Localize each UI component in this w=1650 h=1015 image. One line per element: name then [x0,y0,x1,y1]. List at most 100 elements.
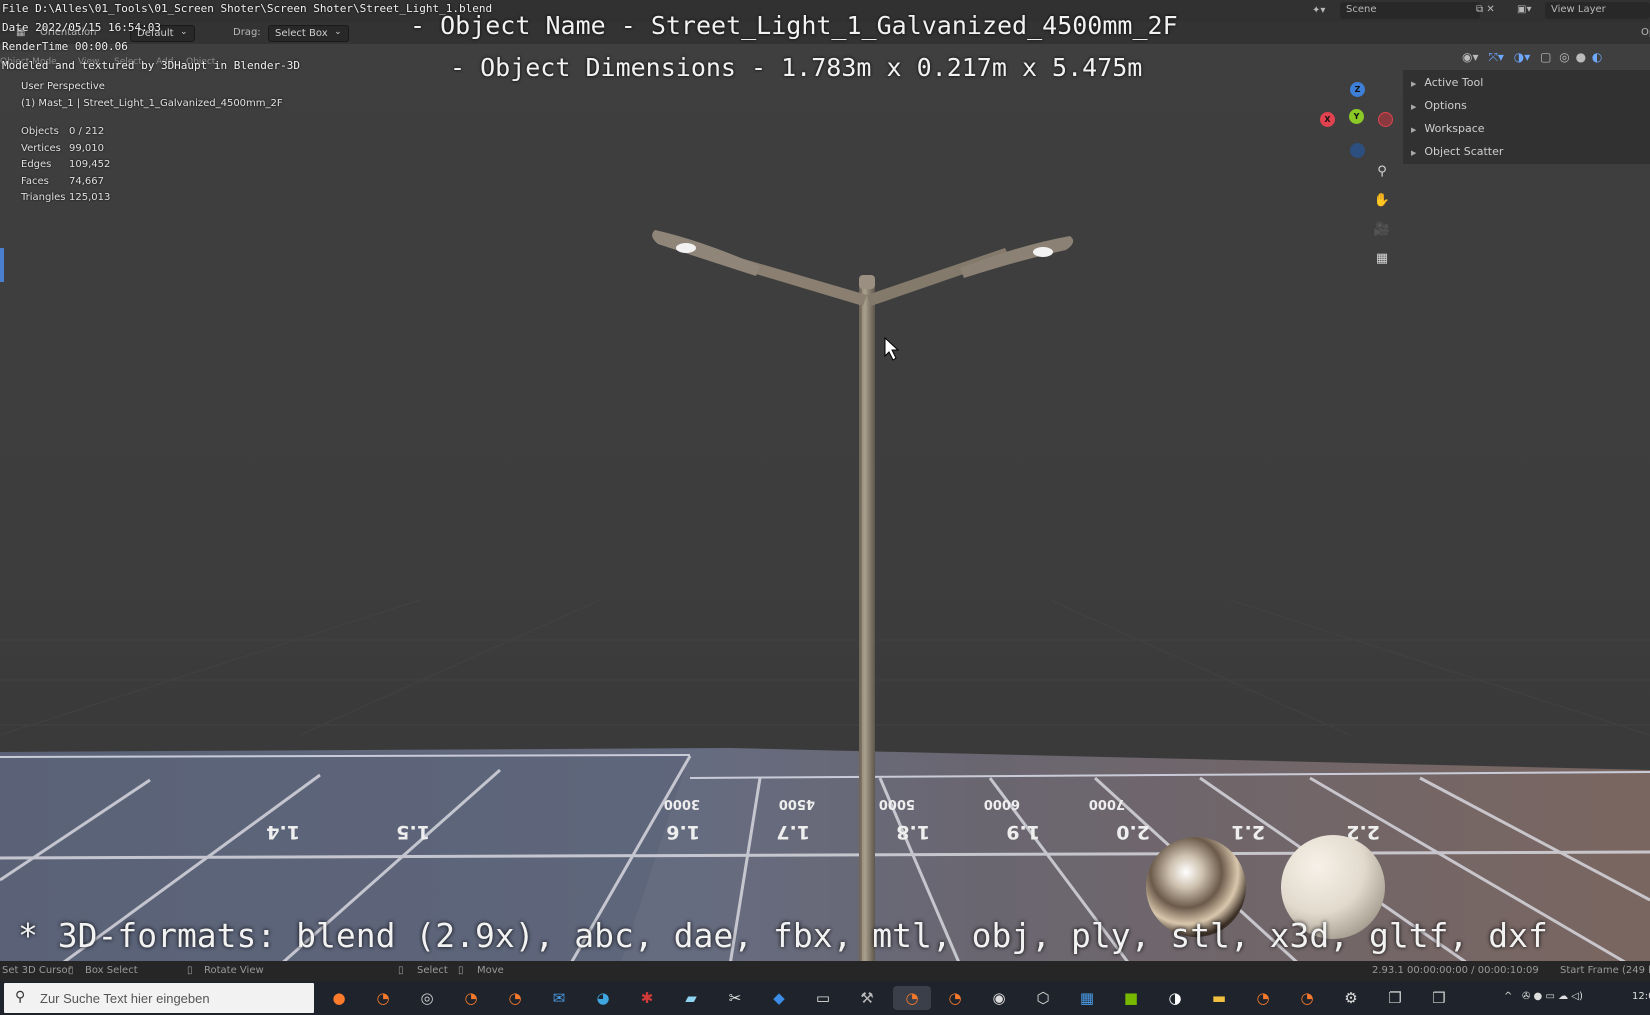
status-rotate-view: Rotate View [204,965,264,976]
zoom-icon[interactable]: ⚲ [1370,160,1394,184]
mail-icon[interactable]: ✉ [546,986,572,1010]
windows-taskbar: ⚲ Zur Suche Text hier eingeben ● ◔ ◎ ◔ ◔… [0,981,1650,1015]
chat-app-icon[interactable]: ◆ [766,986,792,1010]
floor-scale-label: 1.8 [896,821,930,843]
object-dimensions-caption: - Object Dimensions - 1.783m x 0.217m x … [450,53,1143,82]
edge-browser-icon[interactable]: ◕ [590,986,616,1010]
view-layer-selector[interactable]: View Layer [1545,2,1650,19]
solid-shading-icon[interactable]: ● [1576,50,1586,64]
panel-options[interactable]: ▶ Options [1411,99,1467,112]
xray-icon[interactable]: ▢ [1540,50,1551,64]
floor-scale-label: 2.1 [1231,821,1265,843]
gizmo-toggle-icon[interactable]: ⤧▾ [1488,50,1504,64]
rendered-shading-icon[interactable]: ◐ [1592,50,1602,64]
mouse-left-icon: ▯ [398,965,404,976]
terminal-icon[interactable]: ▭ [810,986,836,1010]
notes-icon[interactable]: ▰ [678,986,704,1010]
blender-icon[interactable]: ◔ [1294,986,1320,1010]
obs-icon[interactable]: ◑ [1162,986,1188,1010]
cube-app-icon[interactable]: ⬡ [1030,986,1056,1010]
calendar-icon[interactable]: ▦ [1074,986,1100,1010]
status-select: Select [417,965,448,976]
taskbar-search-box[interactable]: ⚲ Zur Suche Text hier eingeben [4,983,314,1013]
viewport-shading-toolbar: ◉▾ ⤧▾ ◑▾ ▢ ◎ ● ◐ [1462,50,1602,65]
stats-row-faces: Faces 74,667 [21,175,104,187]
view-perspective-label: User Perspective [21,81,105,92]
panel-object-scatter[interactable]: ▶ Object Scatter [1411,145,1503,158]
panda-app-icon[interactable]: ◉ [986,986,1012,1010]
toolbar-active-indicator[interactable] [0,248,4,282]
visibility-icon[interactable]: ◉▾ [1462,50,1479,64]
gizmo-z-axis[interactable]: Z [1350,82,1365,97]
taskbar-clock[interactable]: 12:0 [1632,991,1650,1002]
app-red-icon[interactable]: ✱ [634,986,660,1010]
active-object-label: (1) Mast_1 | Street_Light_1_Galvanized_4… [21,98,283,109]
blender-icon[interactable]: ◔ [1250,986,1276,1010]
status-move: Move [477,965,504,976]
stamp-render-time: RenderTime 00:00.06 [2,40,128,53]
window-app-icon[interactable]: ❐ [1382,986,1408,1010]
overlay-toggle-icon[interactable]: ◑▾ [1514,50,1531,64]
expand-triangle-icon: ▶ [1411,149,1417,157]
blender-active-icon[interactable]: ◔ [893,986,931,1010]
gizmo-x-axis[interactable]: X [1320,112,1335,127]
mouse-cursor [884,336,900,361]
unity-icon[interactable]: ◎ [414,986,440,1010]
expand-triangle-icon: ▶ [1411,126,1417,134]
mouse-middle-icon: ▯ [187,965,193,976]
floor-scale-label: 1.9 [1006,821,1040,843]
blender-icon[interactable]: ◔ [458,986,484,1010]
expand-triangle-icon: ▶ [1411,103,1417,111]
3d-viewport[interactable]: 1.4 1.5 1.6 1.7 1.8 1.9 2.0 2.1 2.2 3000 4500 5000 6… [0,0,1650,965]
ortho-grid-icon[interactable]: ▦ [1370,247,1394,271]
nvidia-icon[interactable]: ■ [1118,986,1144,1010]
expand-triangle-icon: ▶ [1411,80,1417,88]
scene-icon[interactable]: ✦▾ [1312,5,1325,16]
tool-app-icon[interactable]: ⚒ [854,986,880,1010]
screenshot-app-icon[interactable]: ❒ [1426,986,1452,1010]
drag-dropdown[interactable]: Select Box ⌄ [268,25,349,42]
object-name-caption: - Object Name - Street_Light_1_Galvanize… [410,11,1178,40]
mouse-left-icon: ▯ [68,965,74,976]
gizmo-y-axis[interactable]: Y [1349,109,1364,124]
tray-chevron-up-icon[interactable]: ^ [1504,991,1512,1002]
camera-view-icon[interactable]: 🎥 [1370,218,1394,242]
floor-mm-label: 7000 [1089,796,1125,811]
stamp-date: Date 2022/05/15 16:54:03 [2,21,161,34]
scene-selector[interactable]: Scene [1340,2,1480,19]
floor-mm-label: 3000 [664,796,700,811]
firefox-icon[interactable]: ● [326,986,352,1010]
floor-mm-label: 4500 [779,796,815,811]
wireframe-shading-icon[interactable]: ◎ [1559,50,1569,64]
blender-status-bar: Set 3D Cursor ▯ Box Select ▯ Rotate View… [0,961,1650,981]
settings-gear-icon[interactable]: ⚙ [1338,986,1364,1010]
drag-label: Drag: [233,27,261,38]
blender-icon[interactable]: ◔ [502,986,528,1010]
stats-row-vertices: Vertices 99,010 [21,142,104,154]
floor-scale-label: 2.0 [1116,821,1150,843]
stamp-credit: Modeled and textured by 3DHaupt in Blend… [2,59,301,72]
gizmo-neg-z-axis[interactable] [1350,143,1365,158]
floor-mm-label: 6000 [984,796,1020,811]
pan-hand-icon[interactable]: ✋ [1370,189,1394,213]
panel-workspace[interactable]: ▶ Workspace [1411,122,1485,135]
options-button[interactable]: Op [1641,27,1650,38]
drag-value: Select Box [275,28,328,39]
formats-caption: * 3D-formats: blend (2.9x), abc, dae, fb… [18,916,1548,955]
taskbar-search-placeholder: Zur Suche Text hier eingeben [40,991,210,1006]
floor-mm-label: 5000 [879,796,915,811]
panel-active-tool[interactable]: ▶ Active Tool [1411,76,1483,89]
chevron-down-icon: ⌄ [334,27,342,37]
sidebar-n-panel: ▶ Active Tool ▶ Options ▶ Workspace ▶ Object… [1403,70,1650,164]
blender-icon[interactable]: ◔ [942,986,968,1010]
status-version-time: 2.93.1 00:00:00:00 / 00:00:10:09 [1372,965,1539,976]
file-explorer-icon[interactable]: ▬ [1206,986,1232,1010]
mouse-drag-icon: ▯ [458,965,464,976]
blender-icon[interactable]: ◔ [370,986,396,1010]
floor-scale-label: 1.4 [266,821,300,843]
snip-tool-icon[interactable]: ✂ [722,986,748,1010]
tray-app-icons[interactable]: ✇ ● ▭ ☁ ◁) [1522,991,1583,1002]
view-layer-icon[interactable]: ▣▾ [1517,4,1531,15]
new-scene-icon[interactable]: ⧉ ✕ [1476,4,1495,15]
gizmo-neg-x-axis[interactable] [1378,112,1393,127]
